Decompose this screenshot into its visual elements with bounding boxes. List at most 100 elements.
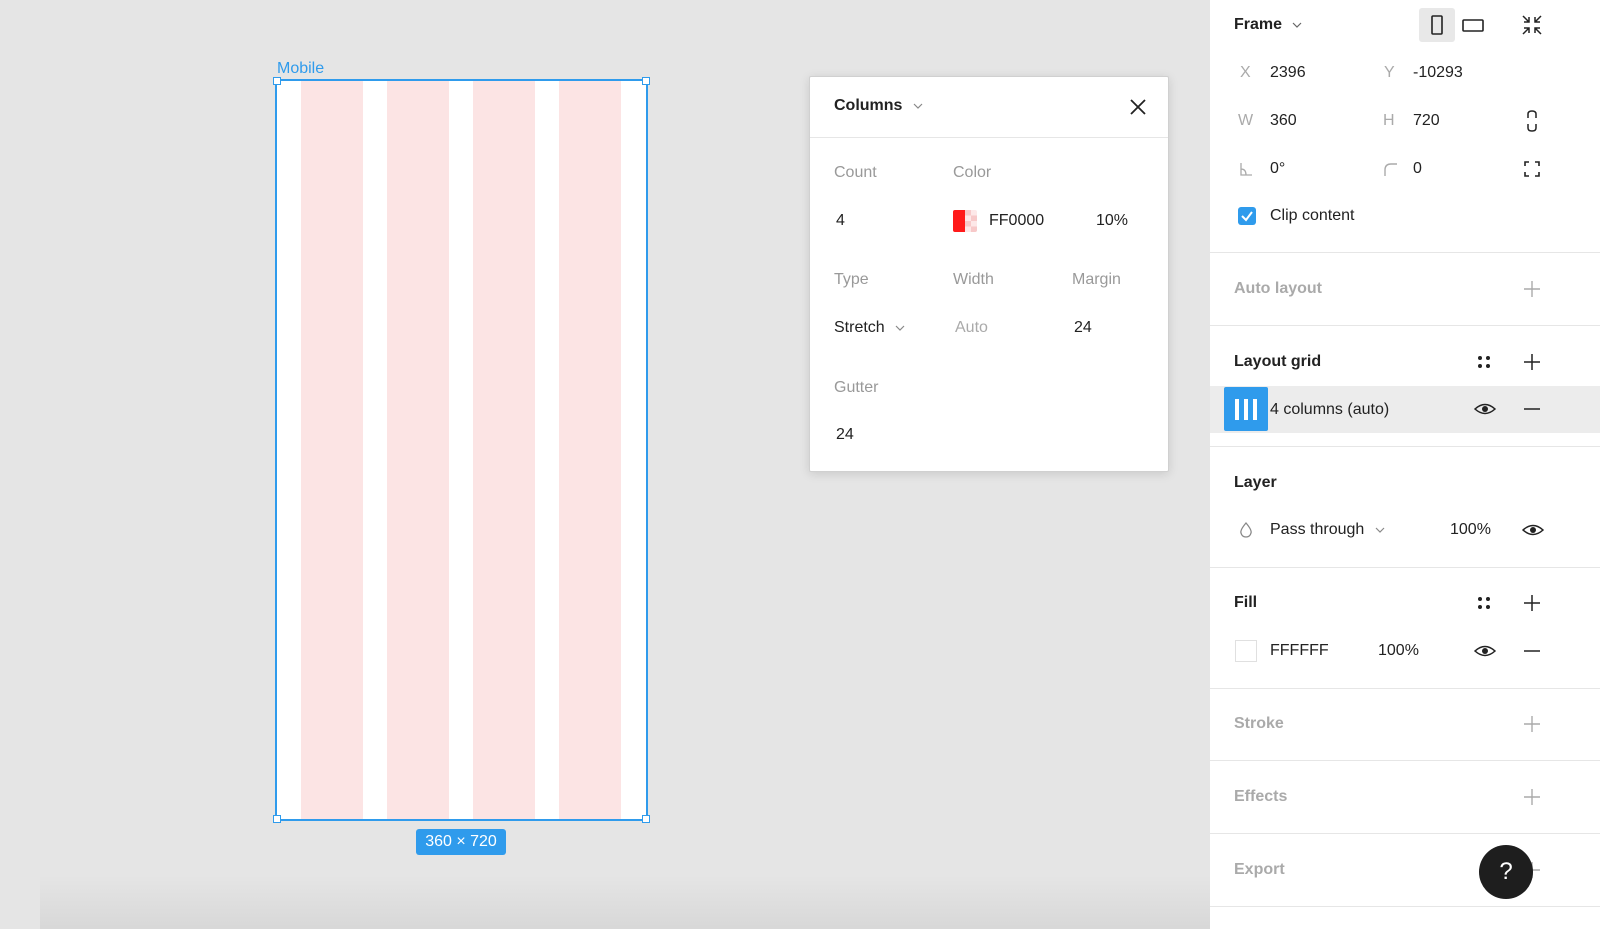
remove-fill-minus-icon[interactable]	[1523, 642, 1541, 660]
add-effect-plus-icon[interactable]	[1523, 788, 1541, 806]
color-swatch[interactable]	[953, 210, 977, 232]
type-dropdown[interactable]: Stretch	[834, 319, 905, 337]
blend-drop-icon	[1240, 522, 1252, 538]
collapse-icon[interactable]	[1520, 13, 1544, 37]
layout-grid-column	[473, 81, 535, 819]
section-divider	[1210, 833, 1600, 834]
constrain-proportions-icon[interactable]	[1523, 108, 1541, 134]
layout-grid-column	[387, 81, 449, 819]
type-value: Stretch	[834, 319, 885, 336]
blend-mode-dropdown[interactable]: Pass through	[1270, 521, 1385, 539]
width-label: Width	[953, 271, 994, 288]
grid-type-label: Columns	[834, 97, 903, 114]
section-divider	[1210, 325, 1600, 326]
close-icon[interactable]	[1128, 97, 1148, 117]
eye-icon[interactable]	[1474, 642, 1496, 660]
layout-grid-row[interactable]	[1210, 386, 1600, 433]
add-layout-grid-plus-icon[interactable]	[1523, 353, 1541, 371]
count-input[interactable]: 4	[836, 212, 845, 230]
corner-radius-input[interactable]: 0	[1413, 160, 1422, 178]
resize-handle-top-right[interactable]	[642, 77, 650, 85]
color-swatch-icon	[953, 210, 977, 232]
rotation-icon	[1240, 163, 1252, 176]
blend-mode-value: Pass through	[1270, 521, 1365, 538]
portrait-button[interactable]	[1419, 8, 1455, 42]
margin-label: Margin	[1072, 271, 1121, 288]
chevron-down-icon	[913, 103, 923, 109]
portrait-icon	[1431, 15, 1443, 35]
chevron-down-icon	[1293, 22, 1302, 28]
section-divider	[1210, 446, 1600, 447]
auto-layout-title: Auto layout	[1234, 280, 1322, 297]
x-input[interactable]: 2396	[1270, 64, 1306, 82]
gutter-label: Gutter	[834, 379, 879, 396]
remove-grid-minus-icon[interactable]	[1523, 400, 1541, 418]
popup-header: Columns	[810, 77, 1168, 138]
chevron-down-icon	[1375, 527, 1385, 533]
effects-title: Effects	[1234, 788, 1288, 805]
resize-handle-top-left[interactable]	[273, 77, 281, 85]
landscape-icon[interactable]	[1460, 8, 1486, 42]
export-title: Export	[1234, 861, 1285, 878]
margin-input[interactable]: 24	[1074, 319, 1092, 337]
section-divider	[1210, 688, 1600, 689]
resize-handle-bottom-right[interactable]	[642, 815, 650, 823]
rotation-input[interactable]: 0°	[1270, 160, 1285, 178]
height-input[interactable]: 720	[1413, 112, 1440, 130]
independent-corners-icon[interactable]	[1522, 159, 1542, 179]
grid-type-dropdown[interactable]: Columns	[834, 97, 923, 115]
add-auto-layout-plus-icon[interactable]	[1523, 280, 1541, 298]
color-label: Color	[953, 164, 992, 181]
size-badge: 360 × 720	[416, 829, 506, 855]
eye-icon[interactable]	[1474, 400, 1496, 418]
columns-grid-popup: Columns Count Color 4 FF0000 10% Type Wi…	[809, 76, 1169, 472]
grid-styles-icon[interactable]	[1475, 353, 1493, 371]
section-divider	[1210, 760, 1600, 761]
fill-hex-input[interactable]: FFFFFF	[1270, 642, 1329, 660]
type-label: Type	[834, 271, 869, 288]
x-label: X	[1240, 64, 1251, 81]
help-button[interactable]: ?	[1479, 845, 1533, 899]
frame-section-title: Frame	[1234, 16, 1283, 33]
layout-grid-item-label[interactable]: 4 columns (auto)	[1270, 401, 1389, 419]
color-opacity-input[interactable]: 10%	[1096, 212, 1128, 230]
y-input[interactable]: -10293	[1413, 64, 1463, 82]
grid-settings-button[interactable]	[1224, 387, 1268, 431]
layout-grid-column	[559, 81, 621, 819]
add-fill-plus-icon[interactable]	[1523, 594, 1541, 612]
add-stroke-plus-icon[interactable]	[1523, 715, 1541, 733]
frame-preset-dropdown[interactable]: Frame	[1234, 16, 1302, 34]
y-label: Y	[1384, 64, 1395, 81]
fill-title: Fill	[1234, 594, 1258, 611]
section-divider	[1210, 567, 1600, 568]
checkbox-checked-icon	[1241, 211, 1253, 222]
gutter-input[interactable]: 24	[836, 426, 854, 444]
w-label: W	[1238, 112, 1254, 129]
color-hex-input[interactable]: FF0000	[989, 212, 1044, 230]
fill-color-swatch[interactable]	[1235, 640, 1257, 662]
frame-name-label[interactable]: Mobile	[277, 60, 324, 78]
layer-opacity-input[interactable]: 100%	[1450, 521, 1491, 539]
properties-panel: Frame X 2396 Y -10293 W 360 H 720 0° 0 C…	[1210, 0, 1600, 929]
stroke-title: Stroke	[1234, 715, 1284, 732]
canvas-shadow	[40, 875, 1210, 929]
clip-content-checkbox[interactable]	[1238, 207, 1256, 225]
fill-styles-icon[interactable]	[1475, 594, 1493, 612]
eye-icon[interactable]	[1522, 521, 1544, 539]
clip-content-label[interactable]: Clip content	[1270, 207, 1355, 225]
layer-title: Layer	[1234, 474, 1277, 491]
chevron-down-icon	[895, 325, 905, 331]
corner-radius-icon	[1384, 163, 1397, 176]
layout-grid-column	[301, 81, 363, 819]
fill-opacity-input[interactable]: 100%	[1378, 642, 1419, 660]
width-input[interactable]: 360	[1270, 112, 1297, 130]
resize-handle-bottom-left[interactable]	[273, 815, 281, 823]
section-divider	[1210, 906, 1600, 907]
section-divider	[1210, 252, 1600, 253]
layout-grid-title: Layout grid	[1234, 353, 1322, 370]
count-label: Count	[834, 164, 877, 181]
h-label: H	[1383, 112, 1395, 129]
columns-grid-icon	[1235, 399, 1257, 420]
mobile-frame[interactable]	[275, 79, 648, 821]
width-input[interactable]: Auto	[955, 319, 988, 337]
